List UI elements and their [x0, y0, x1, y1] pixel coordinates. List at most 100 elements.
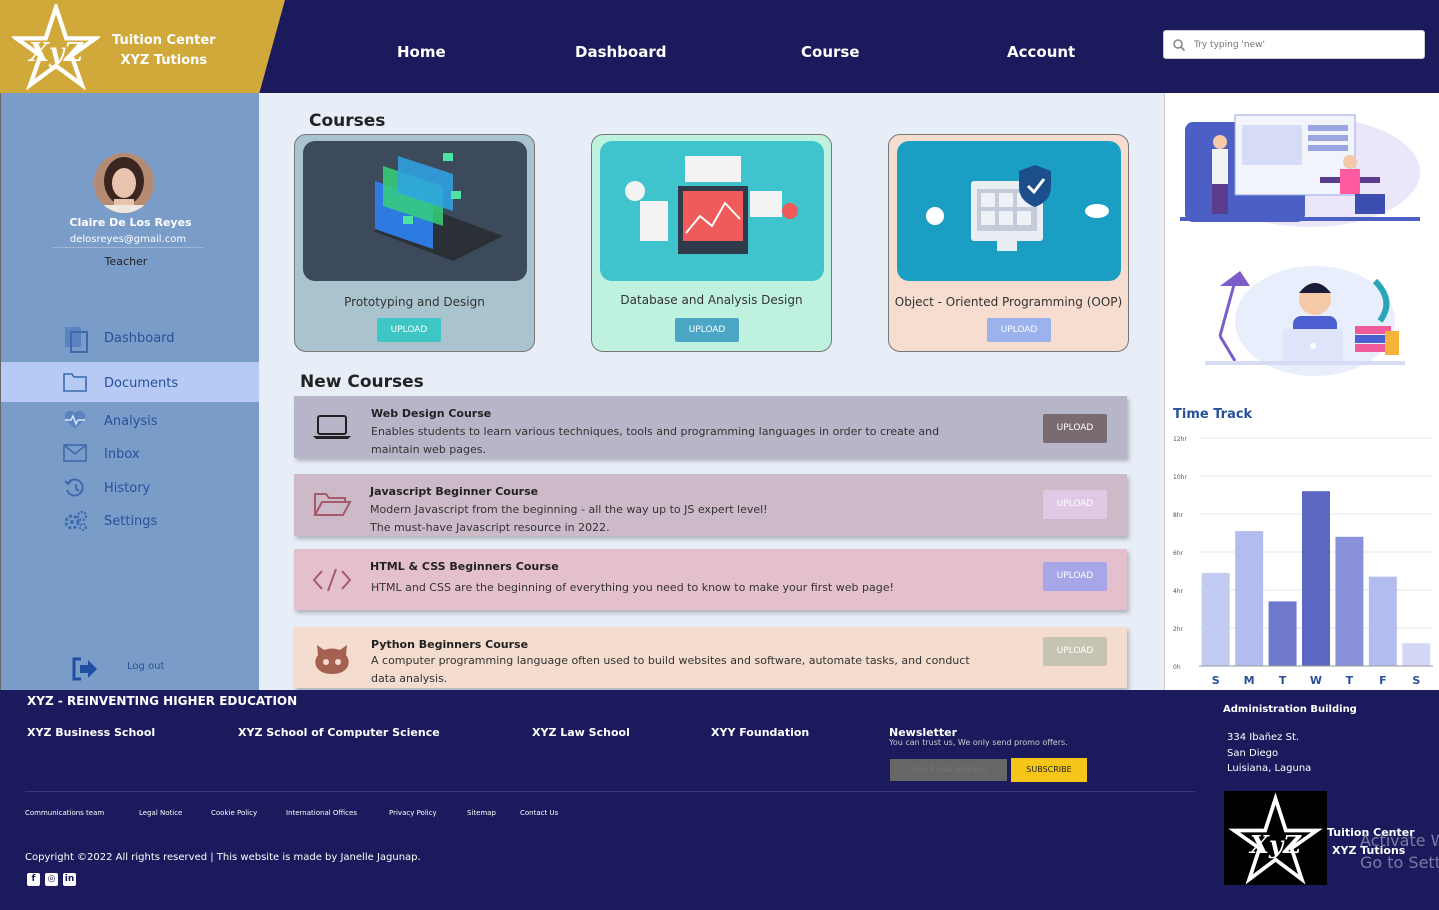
gear-icon	[64, 510, 88, 531]
xyz-logo-icon: XyZ	[1228, 792, 1323, 885]
y-tick-label: 8hr	[1173, 512, 1184, 519]
list-item[interactable]: Web Design Course Enables students to le…	[294, 396, 1127, 458]
upload-button[interactable]: UPLOAD	[987, 318, 1051, 342]
newsletter-subtitle: You can trust us, We only send promo off…	[889, 738, 1068, 747]
x-tick-label: T	[1346, 674, 1354, 687]
time-track-title: Time Track	[1173, 407, 1253, 422]
upload-button[interactable]: UPLOAD	[1043, 490, 1107, 519]
copyright-text: Copyright ©2022 All rights reserved | Th…	[25, 852, 421, 863]
upload-button[interactable]: UPLOAD	[1043, 562, 1107, 591]
github-icon	[315, 645, 349, 674]
search-input[interactable]	[1194, 36, 1414, 54]
y-tick-label: 6hr	[1173, 550, 1184, 557]
footer-link-cs-school[interactable]: XYZ School of Computer Science	[238, 726, 440, 739]
courses-heading: Courses	[309, 111, 386, 131]
list-item[interactable]: HTML & CSS Beginners Course HTML and CSS…	[294, 549, 1127, 610]
chart-bar	[1201, 572, 1230, 666]
x-tick-label: M	[1244, 674, 1255, 687]
new-courses-heading: New Courses	[300, 372, 424, 392]
x-tick-label: T	[1279, 674, 1287, 687]
course-description: A computer programming language often us…	[371, 654, 970, 685]
footer-link-business-school[interactable]: XYZ Business School	[27, 726, 155, 739]
brand-logo-area[interactable]: XyZ Tuition Center XYZ Tutions	[0, 0, 285, 93]
nav-account[interactable]: Account	[1007, 43, 1075, 61]
y-tick-label: 0h	[1173, 664, 1181, 671]
security-computer-illustration	[926, 165, 1109, 251]
chart-bar	[1335, 536, 1364, 666]
course-illustration	[600, 141, 824, 281]
sidebar-item-label: Inbox	[104, 447, 140, 462]
logout-link[interactable]: Log out	[127, 661, 164, 672]
nav-dashboard[interactable]: Dashboard	[575, 43, 666, 61]
course-card-database[interactable]: Database and Analysis Design UPLOAD	[591, 134, 832, 352]
x-tick-label: W	[1310, 674, 1322, 687]
course-card-prototyping[interactable]: Prototyping and Design UPLOAD	[294, 134, 535, 352]
course-title: Python Beginners Course	[371, 638, 529, 651]
student-laptop-illustration	[1205, 266, 1405, 376]
footer: XYZ - REINVENTING HIGHER EDUCATION XYZ B…	[0, 690, 1439, 910]
course-card-oop[interactable]: Object - Oriented Programming (OOP) UPLO…	[888, 134, 1129, 352]
social-links: f ◎ in	[27, 873, 76, 886]
footer-link-law-school[interactable]: XYZ Law School	[532, 726, 630, 739]
profile-role: Teacher	[104, 255, 148, 268]
nav-home[interactable]: Home	[397, 43, 446, 61]
course-illustration	[897, 141, 1121, 281]
course-card-title: Prototyping and Design	[344, 295, 485, 309]
y-tick-label: 2hr	[1173, 626, 1184, 633]
footer-link-legal[interactable]: Legal Notice	[139, 809, 182, 817]
document-icon	[65, 327, 88, 353]
footer-link-contact[interactable]: Contact Us	[520, 809, 558, 817]
profile-email: delosreyes@gmail.com	[53, 234, 203, 248]
address-line: 334 Ibañez St.	[1227, 732, 1300, 743]
course-card-title: Database and Analysis Design	[620, 293, 803, 307]
sidebar-item-label: Settings	[104, 514, 158, 529]
y-tick-label: 12hr	[1173, 436, 1187, 443]
email-field[interactable]	[890, 759, 1007, 781]
course-illustration	[303, 141, 527, 281]
folder-icon	[63, 373, 87, 392]
footer-link-privacy[interactable]: Privacy Policy	[389, 809, 437, 817]
upload-button[interactable]: UPLOAD	[377, 318, 441, 342]
facebook-icon[interactable]: f	[27, 873, 40, 886]
x-tick-label: S	[1412, 674, 1420, 687]
course-title: Javascript Beginner Course	[370, 485, 539, 498]
footer-link-foundation[interactable]: XYY Foundation	[711, 726, 809, 739]
xyz-logo-icon: XyZ	[12, 4, 100, 90]
admin-building-title: Administration Building	[1223, 704, 1357, 715]
footer-link-cookie[interactable]: Cookie Policy	[211, 809, 257, 817]
history-icon	[64, 478, 84, 497]
course-description: HTML and CSS are the beginning of everyt…	[371, 581, 894, 594]
subscribe-button[interactable]: SUBSCRIBE	[1011, 758, 1087, 782]
time-track-chart: 0h 2hr 4hr 6hr 8hr 10hr 12hr S M T W T F S	[1173, 436, 1433, 687]
chart-bar	[1302, 491, 1330, 666]
laptop-screens-illustration	[373, 153, 503, 261]
upload-button[interactable]: UPLOAD	[1043, 414, 1107, 443]
upload-button[interactable]: UPLOAD	[1043, 637, 1107, 666]
footer-logo: XyZ	[1224, 791, 1327, 885]
sidebar-item-label: Dashboard	[104, 331, 175, 346]
logout-icon[interactable]	[71, 656, 99, 682]
linkedin-icon[interactable]: in	[63, 873, 76, 886]
instagram-icon[interactable]: ◎	[45, 873, 58, 886]
sidebar: Claire De Los Reyes delosreyes@gmail.com…	[0, 93, 259, 690]
address-line: Luisiana, Laguna	[1227, 763, 1312, 774]
search-box[interactable]	[1163, 30, 1425, 59]
sidebar-item-documents[interactable]: Documents	[1, 362, 259, 402]
folder-open-icon	[313, 493, 352, 516]
watermark-line1: Activate W	[1360, 831, 1439, 850]
course-description-2: The must-have Javascript resource in 202…	[370, 521, 610, 534]
upload-button[interactable]: UPLOAD	[675, 318, 739, 342]
footer-link-international[interactable]: International Offices	[286, 809, 357, 817]
list-item[interactable]: Python Beginners Course A computer progr…	[294, 627, 1127, 688]
address-line: San Diego	[1227, 748, 1279, 759]
list-item[interactable]: Javascript Beginner Course Modern Javasc…	[294, 474, 1127, 536]
sidebar-item-settings[interactable]: Settings	[1, 504, 259, 544]
footer-link-sitemap[interactable]: Sitemap	[467, 809, 496, 817]
profile-photo	[94, 153, 154, 213]
footer-link-communications[interactable]: Communications team	[25, 809, 104, 817]
sidebar-item-dashboard[interactable]: Dashboard	[1, 319, 259, 359]
y-tick-label: 4hr	[1173, 588, 1184, 595]
nav-course[interactable]: Course	[801, 43, 860, 61]
avatar[interactable]	[94, 153, 154, 213]
course-title: HTML & CSS Beginners Course	[370, 560, 559, 573]
